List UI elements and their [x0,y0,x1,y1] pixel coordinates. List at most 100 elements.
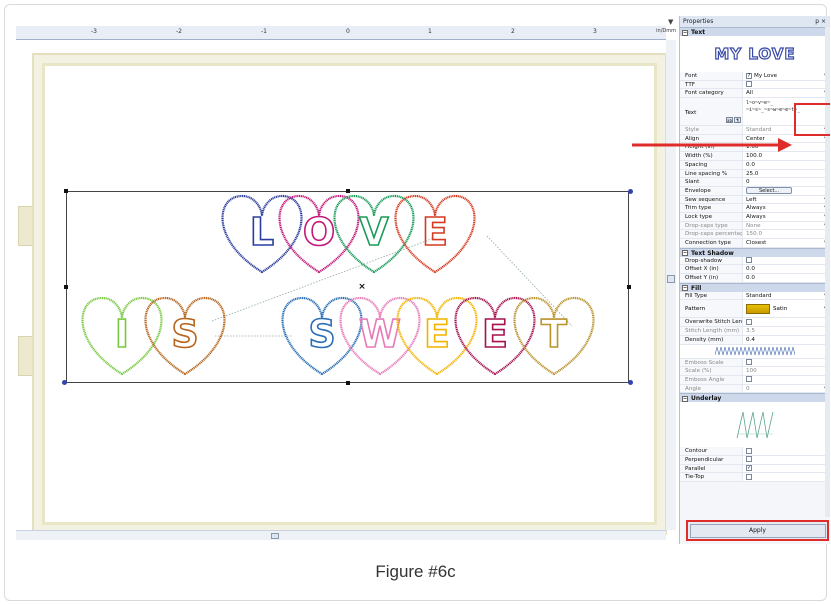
property-row[interactable]: Slant 0 [680,178,830,187]
property-row[interactable]: TTF [680,80,830,90]
property-row[interactable]: Offset Y (in) 0.0 [680,274,830,283]
property-value[interactable] [743,447,830,455]
property-row[interactable]: Tie-Top [680,473,830,482]
property-row[interactable]: Drop-caps percentage 150.0 [680,230,830,239]
section-text-header[interactable]: − Text [680,27,830,36]
embroidery-design[interactable]: L O V EI S S W E E T × [62,186,632,386]
property-row[interactable]: Emboss Angle [680,375,830,385]
property-value[interactable] [743,376,830,384]
property-value[interactable]: 150.0 [743,230,830,238]
app-screenshot: ▼ -3 -2 -1 0 1 2 3 in/Dmm LOVEISSWEET × [16,16,830,544]
checkbox[interactable] [746,318,752,325]
scrollbar-thumb[interactable] [667,275,675,283]
property-value[interactable]: Always▼ [743,213,830,221]
property-value[interactable]: Standard▼ [743,292,830,300]
property-value[interactable]: All▼ [743,89,830,97]
property-row[interactable]: Spacing 0.0 [680,160,830,170]
property-row[interactable]: Font?My Love▼ [680,72,830,81]
property-value[interactable] [743,257,830,265]
property-value[interactable] [743,318,830,326]
property-value[interactable]: 25.0 [743,170,830,178]
section-text-shadow-header[interactable]: − Text Shadow [680,247,830,257]
property-row[interactable]: Envelope Select... [680,186,830,196]
property-value[interactable]: Left▼ [743,196,830,204]
horizontal-scrollbar[interactable] [16,530,666,540]
property-row[interactable]: Drop-caps typeNone▼ [680,221,830,231]
property-row[interactable]: Connection typeClosest▼ [680,239,830,248]
property-row[interactable]: Drop-shadow [680,256,830,266]
section-underlay-header[interactable]: − Underlay [680,393,830,403]
apply-button[interactable]: Apply [689,523,826,538]
property-value[interactable]: ?My Love▼ [743,72,830,80]
property-value[interactable]: 0 [743,178,830,186]
property-value-text: 0.0 [746,275,755,282]
underlay-property-rows: Contour Perpendicular Parallel ✓ Tie-Top [680,447,830,482]
property-row[interactable]: Parallel ✓ [680,464,830,474]
property-row[interactable]: Lock typeAlways▼ [680,212,830,222]
select-button[interactable]: Select... [746,186,793,194]
svg-text:L: L [250,210,274,254]
property-value[interactable] [743,456,830,464]
checkbox[interactable] [746,447,752,454]
section-fill-header[interactable]: − Fill [680,282,830,292]
pattern-select[interactable]: Satin▼ [743,300,830,317]
property-value[interactable]: Always▼ [743,204,830,212]
fill-property-rows-2: Overwrite Stitch Leng...Stitch Length (m… [680,318,830,345]
vertical-scrollbar[interactable] [666,40,676,530]
checkbox[interactable] [746,473,752,480]
panel-scrollbar[interactable] [825,27,830,517]
font-help-icon[interactable]: ? [746,72,752,79]
checkbox[interactable] [746,359,752,365]
property-row[interactable]: Angle0▼ [680,384,830,394]
property-row[interactable]: Line spacing % 25.0 [680,169,830,179]
checkbox[interactable] [746,81,752,88]
property-label: Offset X (in) [680,265,743,274]
property-value[interactable]: Select... [743,186,830,195]
property-value[interactable]: 100 [743,367,830,375]
checkbox[interactable] [746,257,752,264]
paragraph-icon[interactable]: ¶ [734,117,741,124]
property-row[interactable]: Fill TypeStandard▼ [680,291,830,301]
property-row[interactable]: Overwrite Stitch Leng... [680,318,830,328]
property-label: Sew sequence [680,195,743,204]
property-value[interactable]: 0▼ [743,385,830,393]
property-value[interactable]: 3.5 [743,327,830,335]
property-value[interactable]: Closest▼ [743,239,830,247]
collapse-icon[interactable]: − [682,395,688,402]
collapse-icon[interactable]: − [682,285,688,292]
property-row[interactable]: Contour [680,447,830,456]
property-value[interactable] [743,359,830,367]
property-value[interactable]: 0.0 [743,265,830,273]
panel-close-controls[interactable]: p × [815,16,826,27]
property-value[interactable] [743,81,830,89]
collapse-icon[interactable]: − [682,29,688,36]
properties-panel: Properties p × − Text MY LOVE Font? My Lov… [679,16,830,544]
property-row[interactable]: Scale (%) 100 [680,367,830,376]
checkbox[interactable] [746,376,752,383]
property-value[interactable]: None▼ [743,222,830,230]
property-value[interactable]: ✓ [743,465,830,473]
property-value[interactable]: 100.0 [743,152,830,160]
property-value[interactable]: 0.0 [743,274,830,282]
property-row[interactable]: Font categoryAll▼ [680,89,830,99]
dropdown-arrow-icon[interactable]: ▼ [668,18,673,26]
property-row[interactable]: Offset X (in) 0.0 [680,265,830,275]
collapse-icon[interactable]: − [682,250,688,257]
property-row[interactable]: Trim typeAlways▼ [680,204,830,213]
heart-letter: E [394,194,476,274]
property-value[interactable]: 0.0 [743,161,830,169]
density-wave-image [715,346,795,356]
property-row[interactable]: Stitch Length (mm) 3.5 [680,327,830,336]
property-value[interactable]: 0.4 [743,336,830,344]
property-row[interactable]: Width (%) 100.0 [680,152,830,161]
checkbox[interactable] [746,456,752,463]
property-row[interactable]: Density (mm) 0.4 [680,335,830,345]
checkbox[interactable]: ✓ [746,465,752,472]
text-format-icon[interactable]: ab [726,117,733,124]
property-value[interactable] [743,473,830,481]
design-workspace[interactable]: ▼ -3 -2 -1 0 1 2 3 in/Dmm LOVEISSWEET × [16,16,679,544]
property-row[interactable]: Sew sequenceLeft▼ [680,195,830,205]
scrollbar-thumb[interactable] [271,533,279,539]
property-row[interactable]: Emboss Scale [680,358,830,368]
property-row[interactable]: Perpendicular [680,455,830,465]
